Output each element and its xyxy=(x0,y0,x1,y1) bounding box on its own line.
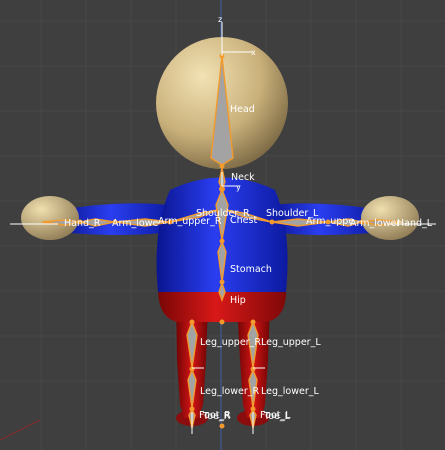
label-arm-upper-l: Arm_uppe xyxy=(306,216,354,227)
label-leg-lower-r: Leg_lower_R xyxy=(200,386,259,397)
label-head: Head xyxy=(230,104,255,115)
label-hand-l: Hand_L xyxy=(397,218,433,229)
label-neck: Neck xyxy=(231,172,255,183)
label-arm-upper-r: Arm_upper_R xyxy=(158,216,222,227)
ground-red-axis xyxy=(0,419,41,441)
label-leg-upper-l: Leg_upper_L xyxy=(261,337,321,348)
label-hand-r: Hand_R xyxy=(64,218,101,229)
label-leg-lower-l: Leg_lower_L xyxy=(261,386,319,397)
label-stomach: Stomach xyxy=(230,264,272,275)
label-toe-r: Toe_R xyxy=(202,411,231,422)
label-arm-lower-l: Arm_lower xyxy=(350,218,400,229)
label-leg-upper-r: Leg_upper_R xyxy=(200,337,261,348)
axis-label-z: z xyxy=(218,15,222,24)
axis-label-x: x xyxy=(251,48,256,57)
3d-viewport[interactable]: z x y Head Neck Shoulder_R Shoulder_L Ch… xyxy=(0,0,445,450)
label-arm-lower-r: Arm_lowe xyxy=(112,218,158,229)
axis-label-y: y xyxy=(236,183,241,192)
label-chest: Chest xyxy=(230,215,257,226)
label-toe-l: Toe_L xyxy=(263,411,291,422)
label-hip: Hip xyxy=(230,295,246,306)
viewport-canvas[interactable]: z x y Head Neck Shoulder_R Shoulder_L Ch… xyxy=(0,0,445,450)
